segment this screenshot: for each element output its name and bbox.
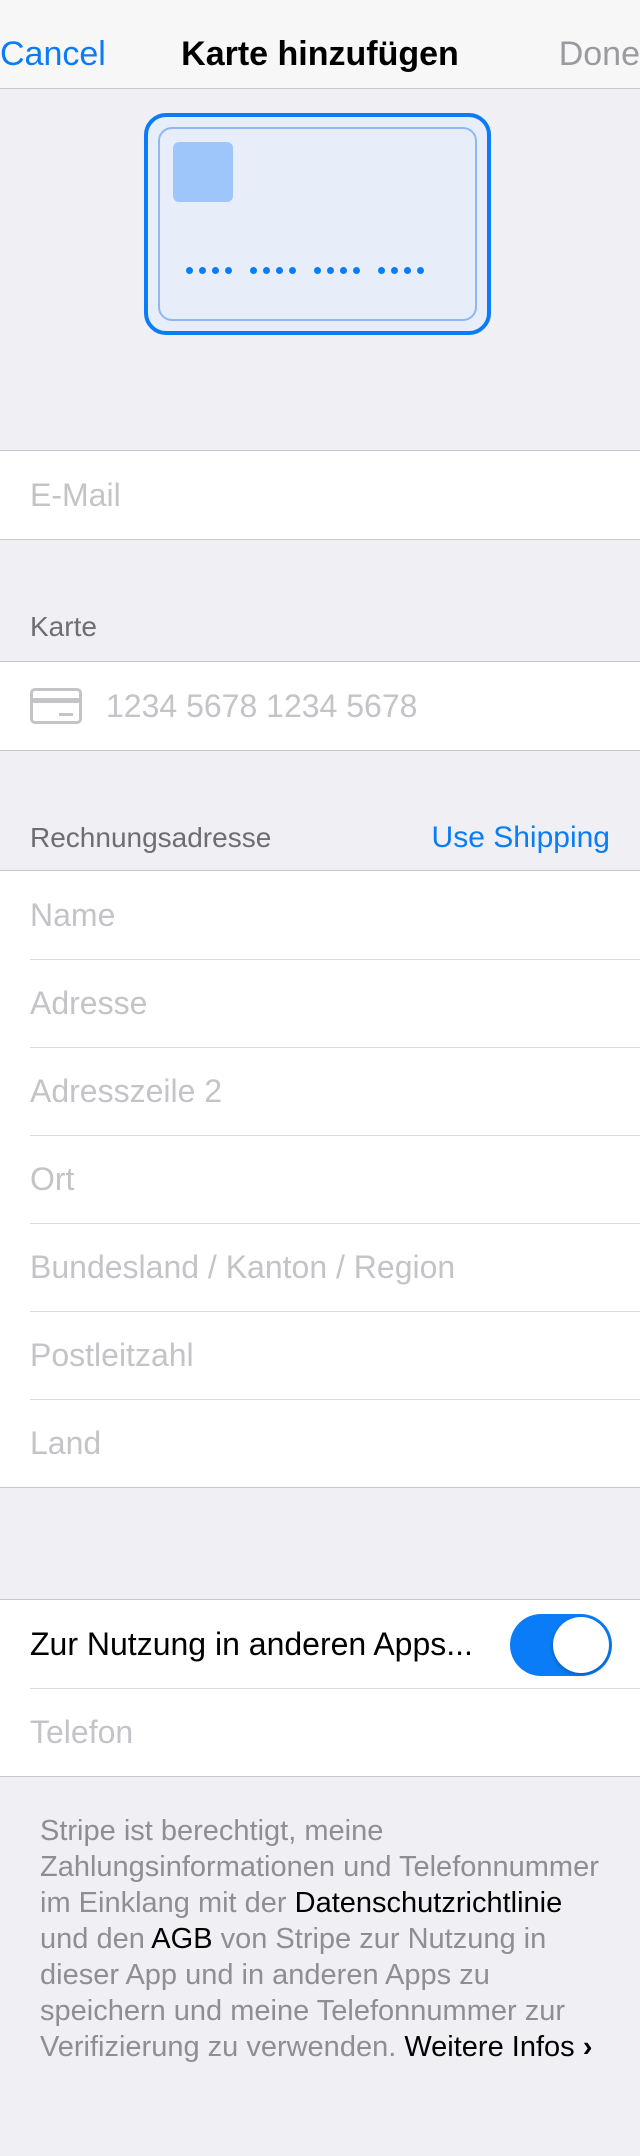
save-for-other-apps-label: Zur Nutzung in anderen Apps... <box>30 1626 473 1662</box>
card-number-dots <box>186 267 424 274</box>
email-field[interactable]: E-Mail <box>0 451 640 539</box>
more-info-link[interactable]: Weitere Infos › <box>404 2031 592 2063</box>
privacy-policy-link[interactable]: Datenschutzrichtlinie <box>295 1887 563 1919</box>
email-group: E-Mail <box>0 450 640 540</box>
billing-address-group: Name Adresse Adresszeile 2 Ort Bundeslan… <box>0 870 640 1488</box>
address-field[interactable]: Adresse <box>0 959 640 1047</box>
card-number-field[interactable]: 1234 5678 1234 5678 <box>0 662 640 750</box>
footer-disclaimer: Stripe ist berechtigt, meine Zahlungsinf… <box>40 1813 600 2065</box>
zip-field[interactable]: Postleitzahl <box>0 1311 640 1399</box>
name-field[interactable]: Name <box>0 871 640 959</box>
cancel-button[interactable]: Cancel <box>0 0 106 108</box>
card-group: 1234 5678 1234 5678 <box>0 661 640 751</box>
toggle-knob <box>553 1617 609 1673</box>
save-for-other-apps-row: Zur Nutzung in anderen Apps... <box>0 1600 640 1688</box>
link-group: Zur Nutzung in anderen Apps... Telefon <box>0 1599 640 1777</box>
city-field[interactable]: Ort <box>0 1135 640 1223</box>
state-field[interactable]: Bundesland / Kanton / Region <box>0 1223 640 1311</box>
card-section-header: Karte <box>30 611 97 642</box>
footer-text-2: und den <box>40 1923 152 1955</box>
navigation-bar: Karte hinzufügen Cancel Done <box>0 0 640 89</box>
country-field[interactable]: Land <box>0 1399 640 1487</box>
credit-card-icon <box>30 688 82 724</box>
save-for-other-apps-toggle[interactable] <box>510 1614 612 1676</box>
card-preview <box>144 113 491 335</box>
address2-field[interactable]: Adresszeile 2 <box>0 1047 640 1135</box>
billing-section-header: Rechnungsadresse <box>30 822 272 853</box>
card-preview-inner <box>158 127 477 321</box>
done-button[interactable]: Done <box>559 0 640 108</box>
card-chip-icon <box>173 142 233 202</box>
terms-link[interactable]: AGB <box>151 1923 212 1955</box>
card-number-placeholder: 1234 5678 1234 5678 <box>106 688 418 724</box>
phone-field[interactable]: Telefon <box>0 1688 640 1776</box>
more-info-label: Weitere Infos <box>404 2031 575 2063</box>
use-shipping-button[interactable]: Use Shipping <box>432 821 610 855</box>
chevron-right-icon: › <box>582 2031 593 2063</box>
